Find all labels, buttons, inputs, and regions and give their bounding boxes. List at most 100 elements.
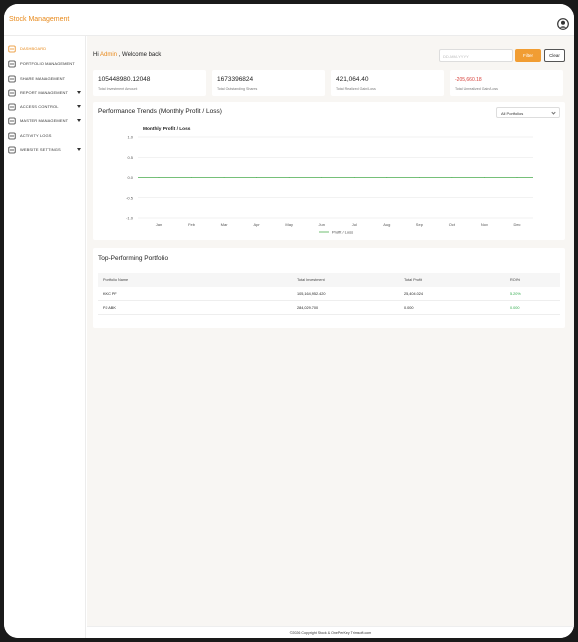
data-point — [516, 177, 518, 178]
data-point — [353, 177, 355, 178]
column-header: Portfolio Name — [103, 278, 129, 282]
stat-card: 421,064.40 Total Realized Gain/Loss — [331, 70, 444, 96]
main-content: Hi Admin , Welcome back DD-MM-YYYY Filte… — [87, 36, 574, 638]
date-filter-input[interactable]: DD-MM-YYYY — [439, 49, 513, 62]
clear-button[interactable]: Clear — [544, 49, 565, 62]
y-tick-label: -0.5 — [126, 195, 134, 200]
stat-value: -205,660.18 — [455, 77, 482, 83]
share-icon — [8, 75, 16, 83]
app-screen: Stock Management DASHBOARD PORTFOLIO MANA… — [4, 4, 574, 638]
roi-cell: 0.000 — [510, 306, 520, 310]
sidebar-item-label: DASHBOARD — [20, 46, 47, 51]
x-tick-label: Oct — [449, 222, 456, 227]
data-point — [321, 177, 323, 178]
portfolio-name-cell: PJ ABK — [103, 306, 116, 310]
greeting-prefix: Hi — [93, 52, 101, 58]
stat-card: 1673396824 Total Outstanding Shares — [212, 70, 325, 96]
performance-panel: Performance Trends (Monthly Profit / Los… — [93, 102, 565, 240]
data-point — [484, 177, 485, 178]
user-avatar-icon[interactable] — [557, 18, 569, 30]
top-portfolio-panel: Top-Performing Portfolio Portfolio Name … — [93, 248, 565, 328]
table-row[interactable]: KKC PF 105,164,952.420 25,404.024 5.20% — [98, 287, 560, 301]
sidebar-item-share-management[interactable]: SHARE MANAGEMENT — [4, 72, 86, 86]
stat-label: Total Outstanding Shares — [217, 87, 258, 91]
sidebar-item-report-management[interactable]: REPORT MANAGEMENT — [4, 86, 86, 100]
user-name: Admin — [100, 52, 118, 58]
portfolio-name-cell: KKC PF — [103, 292, 117, 296]
roi-cell: 5.20% — [510, 292, 521, 296]
total-investment-cell: 105,164,952.420 — [297, 292, 326, 296]
stat-card: -205,660.18 Total Unrealized Gain/Loss — [450, 70, 563, 96]
filter-button[interactable]: Filter — [515, 49, 541, 62]
welcome-message: Hi Admin , Welcome back — [93, 52, 161, 58]
stat-value: 105448980.12048 — [98, 76, 151, 83]
caret-down-icon — [77, 105, 81, 108]
x-tick-label: Jul — [352, 222, 357, 227]
x-tick-label: Jun — [319, 222, 325, 227]
x-tick-label: May — [285, 222, 293, 227]
column-header: ROI% — [510, 278, 521, 282]
stat-value: 1673396824 — [217, 76, 254, 83]
y-tick-label: 0.5 — [127, 155, 133, 160]
table-row[interactable]: PJ ABK 284,029.700 0.000 0.000 — [98, 301, 560, 315]
sidebar-item-portfolio-management[interactable]: PORTFOLIO MANAGEMENT — [4, 57, 86, 71]
greeting-suffix: , Welcome back — [117, 52, 162, 58]
access-control-icon — [8, 103, 16, 111]
settings-icon — [8, 146, 16, 154]
column-header: Total Profit — [404, 278, 422, 282]
top-bar: Stock Management — [4, 4, 574, 36]
x-tick-label: Aug — [383, 222, 390, 227]
sidebar-item-dashboard[interactable]: DASHBOARD — [4, 42, 86, 56]
sidebar-item-label: PORTFOLIO MANAGEMENT — [20, 61, 75, 66]
x-tick-label: Dec — [513, 222, 520, 227]
x-tick-label: Mar — [221, 222, 229, 227]
footer: ©2026 Copyright Stock & OnePerKey Trimso… — [87, 626, 574, 638]
data-point — [191, 177, 192, 178]
caret-down-icon — [77, 91, 81, 94]
dashboard-icon — [8, 45, 16, 53]
table-header: Portfolio Name Total Investment Total Pr… — [98, 273, 560, 287]
device-frame: Stock Management DASHBOARD PORTFOLIO MANA… — [0, 0, 578, 642]
chart-title: Monthly Profit / Loss — [143, 126, 191, 132]
caret-down-icon — [77, 148, 81, 151]
stat-card: 105448980.12048 Total Investment Amount — [93, 70, 206, 96]
y-tick-label: 0.0 — [127, 175, 133, 180]
data-point — [288, 177, 290, 178]
top-portfolio-title: Top-Performing Portfolio — [98, 255, 169, 262]
x-tick-label: Nov — [481, 222, 488, 227]
activity-icon — [8, 132, 16, 140]
total-profit-cell: 0.000 — [404, 306, 414, 310]
stat-label: Total Unrealized Gain/Loss — [455, 87, 498, 91]
data-point — [223, 177, 225, 178]
portfolio-icon — [8, 60, 16, 68]
total-investment-cell: 284,029.700 — [297, 306, 319, 310]
sidebar-item-label: MASTER MANAGEMENT — [20, 118, 69, 123]
total-profit-cell: 25,404.024 — [404, 292, 424, 296]
data-point — [158, 177, 160, 178]
x-tick-label: Apr — [254, 222, 261, 227]
stat-value: 421,064.40 — [336, 76, 369, 83]
stat-label: Total Realized Gain/Loss — [336, 87, 376, 91]
y-tick-label: -1.0 — [126, 216, 134, 221]
caret-down-icon — [77, 119, 81, 122]
y-tick-label: 1.0 — [127, 135, 133, 140]
data-point — [386, 177, 388, 178]
data-point — [451, 177, 453, 178]
sidebar-item-website-settings[interactable]: WEBSITE SETTINGS — [4, 143, 86, 157]
sidebar: DASHBOARD PORTFOLIO MANAGEMENT SHARE MANAG… — [4, 36, 86, 638]
stat-label: Total Investment Amount — [98, 87, 138, 91]
data-point — [256, 177, 258, 178]
sidebar-item-label: ACCESS CONTROL — [20, 104, 59, 109]
x-tick-label: Feb — [188, 222, 196, 227]
master-icon — [8, 117, 16, 125]
sidebar-item-label: SHARE MANAGEMENT — [20, 76, 66, 81]
sidebar-item-label: ACTIVITY LOGS — [20, 133, 52, 138]
app-title: Stock Management — [9, 16, 70, 23]
report-icon — [8, 89, 16, 97]
sidebar-item-activity-logs[interactable]: ACTIVITY LOGS — [4, 129, 86, 143]
sidebar-item-access-control[interactable]: ACCESS CONTROL — [4, 100, 86, 114]
legend-label: Profit / Loss — [332, 230, 353, 235]
column-header: Total Investment — [297, 278, 325, 282]
x-tick-label: Jan — [156, 222, 162, 227]
sidebar-item-master-management[interactable]: MASTER MANAGEMENT — [4, 114, 86, 128]
